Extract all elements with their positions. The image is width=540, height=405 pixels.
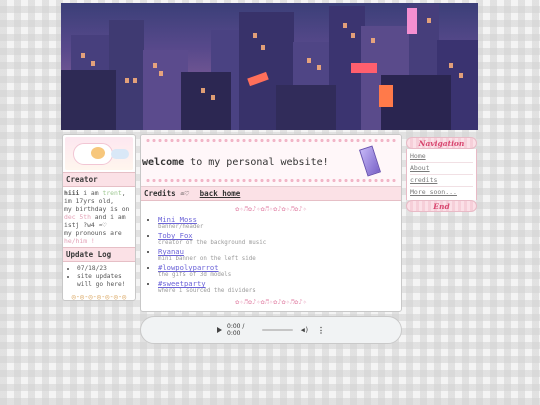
list-item: site updates will go here! [77, 273, 133, 289]
nav-item-more-soon[interactable]: More soon... [410, 187, 473, 198]
dotted-border [145, 179, 397, 182]
list-item: Mini Mossbanner/header [158, 215, 401, 231]
crystal-icon [359, 145, 381, 177]
credit-link[interactable]: Toby Fox [158, 231, 193, 240]
seek-bar[interactable] [262, 329, 293, 331]
list-item: Toby Foxcreator of the background music [158, 231, 401, 247]
main-content: welcome to my personal website! Credits … [140, 134, 402, 312]
credit-link[interactable]: #sweetparty [158, 279, 206, 288]
navigation-footer: End [406, 200, 477, 212]
navigation-header: Navigation [406, 137, 477, 149]
heart-icon: ♒♡ [180, 189, 190, 198]
speaker-icon[interactable]: ◀) [301, 326, 309, 334]
list-item: Ryanaumini banner on the left side [158, 247, 401, 263]
nav-item-about[interactable]: About [410, 163, 473, 175]
credit-link[interactable]: #lowpolyparrot [158, 263, 219, 272]
creator-header: Creator [63, 172, 135, 187]
credits-header: Credits ♒♡ back home [141, 187, 401, 201]
credits-list: Mini Mossbanner/header Toby Foxcreator o… [141, 215, 401, 295]
mini-banner-image [65, 137, 133, 170]
credit-link[interactable]: Ryanau [158, 247, 184, 256]
update-log-header: Update Log [63, 247, 135, 262]
list-item: 07/18/23 [77, 265, 133, 273]
creator-bio: hiii i am trent, im 17yrs old, my birthd… [64, 189, 130, 245]
nav-item-credits[interactable]: credits [410, 175, 473, 187]
navigation-panel: Navigation Home About credits More soon.… [406, 137, 477, 212]
decorative-divider: ◎-◎-◎-◎-◎-◎-◎ [71, 293, 127, 301]
nav-list: Home About credits More soon... [406, 149, 477, 200]
nav-item-home[interactable]: Home [410, 151, 473, 163]
back-home-link[interactable]: back home [200, 189, 241, 198]
list-item: #lowpolyparrotthe gifs of 3d models [158, 263, 401, 279]
dotted-border [145, 139, 397, 142]
decorative-divider: ✿✧♬✿♪✧✿♬✧✿♪✿✧♬✿♪✧ [235, 205, 307, 213]
audio-player[interactable]: 0:00 / 0:00 ◀) ⋮ [140, 316, 402, 344]
play-icon[interactable] [217, 327, 222, 333]
left-sidebar: Creator hiii i am trent, im 17yrs old, m… [62, 134, 136, 301]
welcome-banner: welcome to my personal website! [141, 135, 401, 187]
credit-link[interactable]: Mini Moss [158, 215, 197, 224]
heart-icon: ♒♡ [98, 221, 107, 229]
list-item: #sweetpartywhere i sourced the dividers [158, 279, 401, 295]
page-title: welcome to my personal website! [142, 157, 329, 168]
time-display: 0:00 / 0:00 [227, 323, 245, 337]
more-icon[interactable]: ⋮ [317, 326, 325, 335]
decorative-divider: ✿✧♬✿♪✧✿♬✧✿♪✿✧♬✿♪✧ [235, 298, 307, 306]
header-banner [61, 3, 478, 130]
update-log-list: 07/18/23 site updates will go here! [63, 262, 135, 291]
